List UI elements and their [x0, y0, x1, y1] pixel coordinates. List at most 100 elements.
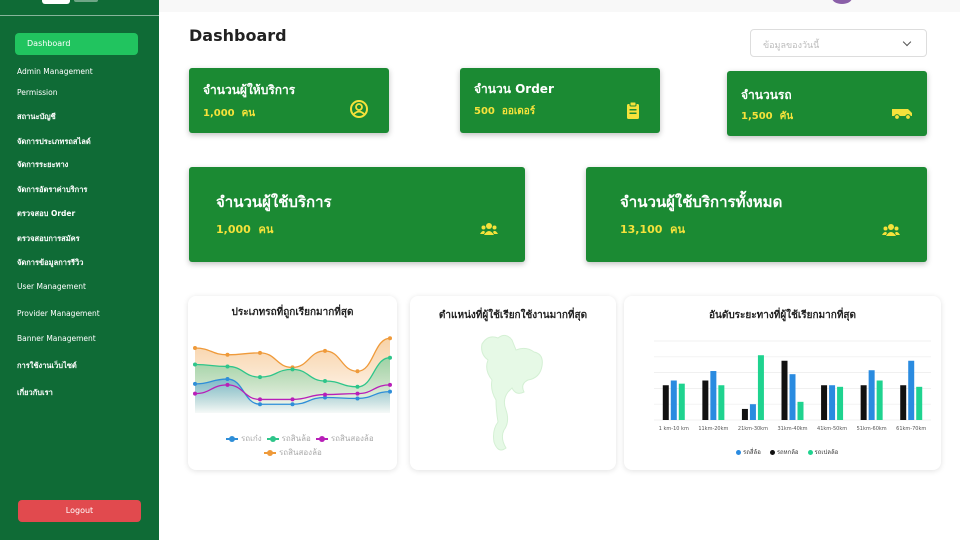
bar[interactable] [678, 383, 685, 420]
bar[interactable] [868, 370, 875, 420]
sidebar-item[interactable]: Provider Management [17, 309, 100, 318]
legend-marker [266, 435, 279, 442]
data-point[interactable] [193, 346, 197, 351]
data-point[interactable] [355, 391, 360, 396]
legend-label: รถเก๋ง [241, 434, 262, 443]
legend-item[interactable]: รถสี่ล้อ [736, 449, 761, 456]
legend-marker [807, 450, 813, 455]
card-value: 1,500 คัน [741, 111, 794, 122]
bar[interactable] [749, 404, 756, 420]
bar[interactable] [908, 360, 915, 420]
bar[interactable] [900, 385, 907, 420]
sidebar-item[interactable]: เกี่ยวกับเรา [17, 387, 53, 399]
sidebar-item[interactable]: ตรวจสอบ Order [17, 208, 75, 220]
truck-icon [892, 109, 912, 120]
users-icon [480, 223, 498, 235]
data-point[interactable] [388, 336, 392, 341]
data-point[interactable] [355, 396, 360, 401]
data-point[interactable] [323, 378, 327, 383]
bar[interactable] [789, 374, 796, 420]
x-tick-label: 31km-40km [777, 426, 807, 432]
bar[interactable] [718, 385, 725, 420]
legend-item[interactable]: รถสินสองล้อ [264, 448, 322, 457]
date-filter-placeholder: ข้อมูลของวันนี้ [763, 41, 820, 51]
legend-label: รถเปลล้อ [814, 449, 839, 456]
chevron-down-icon [902, 37, 912, 47]
legend-item[interactable]: รถเปลล้อ [807, 449, 839, 456]
bar[interactable] [860, 385, 867, 420]
card-value: 500 ออเดอร์ [474, 106, 536, 117]
data-point[interactable] [323, 392, 327, 397]
data-point[interactable] [225, 352, 230, 357]
x-tick-label: 11km-20km [698, 426, 728, 432]
sidebar-item[interactable]: จัดการประเภทรถสไลด์ [17, 136, 91, 148]
bar[interactable] [797, 401, 804, 420]
data-point[interactable] [355, 369, 360, 374]
bar[interactable] [741, 408, 748, 420]
data-point[interactable] [225, 377, 230, 382]
data-point[interactable] [290, 367, 295, 372]
bar[interactable] [829, 385, 836, 420]
date-filter-select[interactable]: ข้อมูลของวันนี้ [750, 29, 927, 57]
data-point[interactable] [258, 397, 262, 402]
data-point[interactable] [225, 364, 230, 369]
data-point[interactable] [290, 402, 295, 407]
legend-item[interactable]: รถหกล้อ [769, 449, 799, 456]
legend-label: รถหกล้อ [776, 449, 799, 456]
data-point[interactable] [225, 382, 230, 387]
x-tick-label: 21km-30km [738, 426, 768, 432]
bar[interactable] [837, 386, 844, 420]
bar[interactable] [662, 385, 669, 420]
sidebar-item[interactable]: Admin Management [17, 67, 93, 76]
legend-item[interactable]: รถสินล้อ [266, 434, 311, 443]
legend-label: รถสินสองล้อ [330, 434, 374, 443]
sidebar-item[interactable]: การใช้งานเว็บไซต์ [17, 360, 77, 372]
data-point[interactable] [290, 397, 295, 402]
card-value: 1,000 คน [216, 223, 274, 236]
legend-item[interactable]: รถเก๋ง [226, 434, 262, 443]
sidebar-item[interactable]: ตรวจสอบการสมัคร [17, 233, 80, 245]
bar[interactable] [757, 355, 764, 420]
sidebar-item[interactable]: จัดการอัตราค่าบริการ [17, 184, 87, 196]
data-point[interactable] [388, 382, 392, 387]
thailand-map[interactable] [470, 330, 560, 460]
chart-legend: รถสินสองล้อ [264, 446, 327, 459]
logo-text [74, 0, 98, 2]
clipboard-icon [627, 102, 639, 119]
bar[interactable] [821, 385, 828, 420]
data-point[interactable] [193, 381, 197, 386]
data-point[interactable] [355, 384, 360, 389]
sidebar-item[interactable]: จัดการข้อมูลการรีวิว [17, 257, 83, 269]
sidebar-item[interactable]: Permission [17, 88, 57, 97]
data-point[interactable] [193, 362, 197, 367]
bar[interactable] [702, 380, 709, 421]
bar[interactable] [670, 380, 677, 421]
data-point[interactable] [258, 375, 262, 380]
bar[interactable] [710, 371, 717, 420]
card-title: จำนวนรถ [741, 88, 792, 102]
legend-marker [315, 435, 328, 442]
data-point[interactable] [388, 355, 392, 360]
legend-label: รถสี่ล้อ [743, 449, 761, 456]
bar[interactable] [916, 386, 923, 420]
sidebar-item[interactable]: Banner Management [17, 334, 96, 343]
card-title: จำนวนผู้ใช้บริการทั้งหมด [620, 193, 783, 211]
logout-button[interactable]: Logout [18, 500, 141, 522]
chart-legend: รถเก๋ง รถสินล้อ รถสินสองล้อ [226, 432, 379, 445]
x-tick-label: 61km-70km [896, 426, 926, 432]
data-point[interactable] [388, 389, 392, 394]
x-tick-label: 1 km-10 km [659, 426, 689, 432]
sidebar-item-dashboard[interactable]: Dashboard [15, 33, 138, 55]
data-point[interactable] [258, 350, 262, 355]
data-point[interactable] [258, 402, 262, 407]
data-point[interactable] [323, 348, 327, 353]
page-title: Dashboard [189, 26, 287, 45]
sidebar-item[interactable]: User Management [17, 282, 86, 291]
sidebar-item[interactable]: สถานะบัญชี [17, 111, 56, 123]
sidebar-item[interactable]: จัดการระยะทาง [17, 159, 68, 171]
bar[interactable] [876, 380, 883, 421]
bar[interactable] [781, 360, 788, 420]
data-point[interactable] [193, 391, 197, 396]
legend-item[interactable]: รถสินสองล้อ [315, 434, 374, 443]
cars-card: จำนวนรถ 1,500 คัน [727, 71, 927, 136]
